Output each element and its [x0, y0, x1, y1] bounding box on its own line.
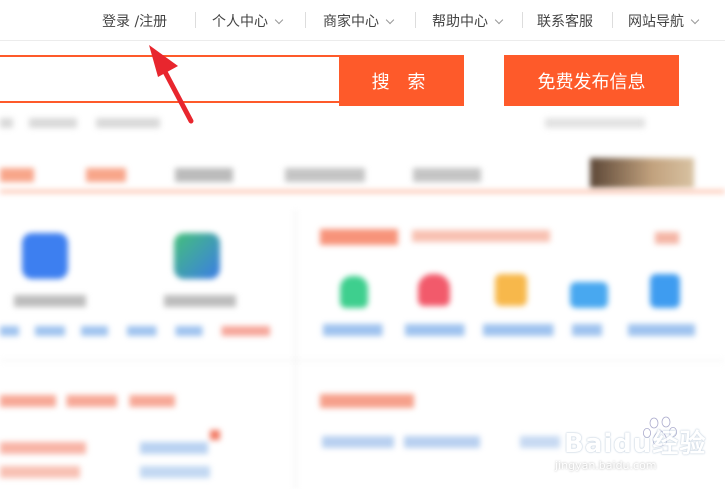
watermark-url: jingyan.baidu.com [555, 459, 657, 472]
baidu-jingyan-watermark: Baidu经验 jingyan.baidu.com [548, 409, 718, 479]
watermark-brand: Baidu经验 [564, 429, 707, 459]
